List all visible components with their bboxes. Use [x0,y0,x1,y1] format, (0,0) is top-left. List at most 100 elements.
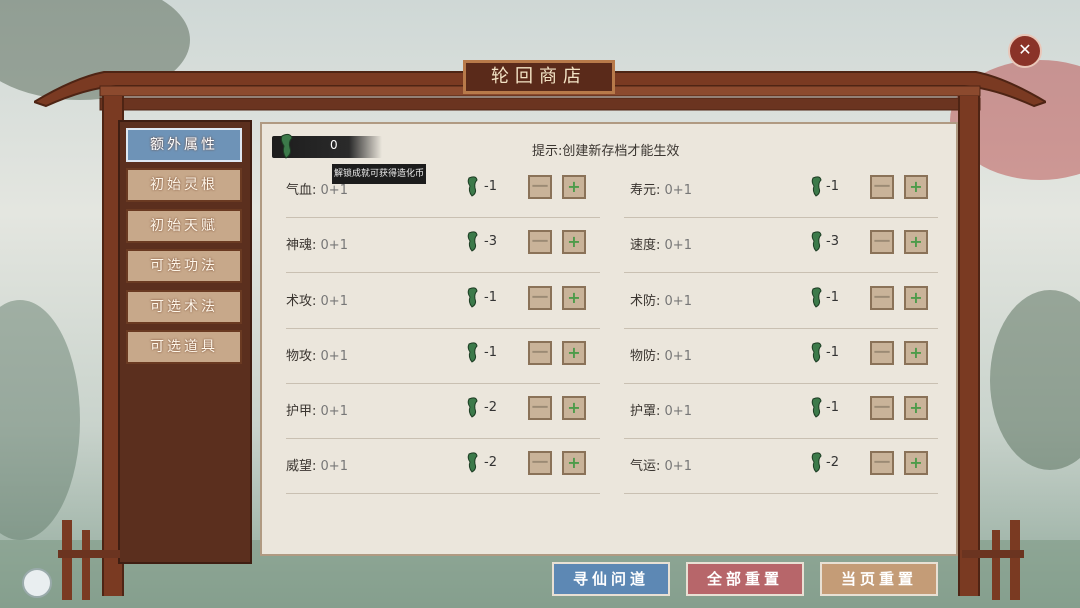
increase-button[interactable]: + [904,396,928,420]
sidebar-item-optional-technique[interactable]: 可选功法 [126,249,242,283]
decrease-button[interactable]: 一 [528,175,552,199]
stat-value: 0+1 [320,404,348,419]
plus-icon: + [567,343,581,362]
plus-icon: + [567,453,581,472]
plus-icon: + [567,232,581,251]
increase-button[interactable]: + [562,451,586,475]
currency-value: 0 [330,138,338,152]
reset-all-button[interactable]: 全部重置 [686,562,804,596]
decrease-button[interactable]: 一 [528,396,552,420]
seek-immortal-button[interactable]: 寻仙问道 [552,562,670,596]
minus-icon: 一 [531,453,548,472]
decrease-button[interactable]: 一 [870,396,894,420]
decrease-button[interactable]: 一 [528,230,552,254]
stat-name: 威望: [286,459,317,474]
increase-button[interactable]: + [562,341,586,365]
scroll-coin-icon [467,397,478,418]
scroll-coin-icon [467,231,478,252]
decrease-button[interactable]: 一 [528,286,552,310]
right-fence [962,520,1024,600]
stat-value: 0+1 [664,459,692,474]
scroll-coin-icon [811,342,822,363]
stat-name: 物防: [630,349,661,364]
decrease-button[interactable]: 一 [528,451,552,475]
increase-button[interactable]: + [904,286,928,310]
decrease-button[interactable]: 一 [528,341,552,365]
hint-text: 提示:创建新存档才能生效 [532,144,680,159]
increase-button[interactable]: + [562,286,586,310]
row-divider [624,272,938,273]
increase-button[interactable]: + [562,396,586,420]
settings-orb-icon[interactable] [22,568,52,598]
stat-label: 寿元: 0+1 [630,179,692,198]
increase-button[interactable]: + [904,341,928,365]
stat-cost: -1 [826,345,839,360]
stat-label: 气运: 0+1 [630,455,692,474]
plus-icon: + [909,398,923,417]
minus-icon: 一 [531,398,548,417]
decrease-button[interactable]: 一 [870,230,894,254]
stat-cost: -1 [826,290,839,305]
plus-icon: + [567,177,581,196]
scroll-coin-icon [467,176,478,197]
minus-icon: 一 [531,232,548,251]
row-divider [624,493,938,494]
stat-cost: -1 [484,290,497,305]
stat-label: 护罩: 0+1 [630,400,692,419]
plus-icon: + [909,343,923,362]
stat-name: 物攻: [286,349,317,364]
row-divider [286,272,600,273]
sidebar-item-initial-talent[interactable]: 初始天赋 [126,209,242,243]
row-divider [286,217,600,218]
plus-icon: + [909,232,923,251]
sidebar: 额外属性 初始灵根 初始天赋 可选功法 可选术法 可选道具 [118,120,252,564]
decrease-button[interactable]: 一 [870,341,894,365]
stat-cost: -3 [826,234,839,249]
increase-button[interactable]: + [904,230,928,254]
scroll-coin-icon [811,176,822,197]
stat-name: 术攻: [286,294,317,309]
stat-name: 神魂: [286,238,317,253]
stat-label: 速度: 0+1 [630,234,692,253]
stat-label: 术防: 0+1 [630,290,692,309]
close-button[interactable]: ✕ [1008,34,1042,68]
sidebar-item-extra-attributes[interactable]: 额外属性 [126,128,242,162]
stat-label: 神魂: 0+1 [286,234,348,253]
currency-display: 0 [272,133,382,159]
increase-button[interactable]: + [562,175,586,199]
plus-icon: + [567,288,581,307]
decrease-button[interactable]: 一 [870,286,894,310]
stat-value: 0+1 [664,183,692,198]
plus-icon: + [567,398,581,417]
reset-page-button[interactable]: 当页重置 [820,562,938,596]
increase-button[interactable]: + [904,451,928,475]
stat-value: 0+1 [664,404,692,419]
increase-button[interactable]: + [904,175,928,199]
stat-cost: -1 [484,179,497,194]
sidebar-item-initial-spirit-root[interactable]: 初始灵根 [126,168,242,202]
stat-cost: -2 [826,455,839,470]
scroll-coin-icon [467,342,478,363]
minus-icon: 一 [873,453,890,472]
scroll-coin-icon [280,133,293,159]
row-divider [286,328,600,329]
stat-name: 护甲: [286,404,317,419]
attribute-panel: 0 解锁成就可获得造化币 提示:创建新存档才能生效 气血: 0+1 -1 一 + 寿元:… [260,122,958,556]
decrease-button[interactable]: 一 [870,175,894,199]
stat-cost: -2 [484,400,497,415]
row-divider [286,438,600,439]
row-divider [624,383,938,384]
stat-cost: -2 [484,455,497,470]
row-divider [624,217,938,218]
minus-icon: 一 [873,398,890,417]
minus-icon: 一 [873,177,890,196]
scroll-coin-icon [811,287,822,308]
plus-icon: + [909,288,923,307]
stat-name: 寿元: [630,183,661,198]
scroll-coin-icon [811,231,822,252]
sidebar-item-optional-item[interactable]: 可选道具 [126,330,242,364]
decrease-button[interactable]: 一 [870,451,894,475]
increase-button[interactable]: + [562,230,586,254]
stat-cost: -3 [484,234,497,249]
sidebar-item-optional-spell[interactable]: 可选术法 [126,290,242,324]
